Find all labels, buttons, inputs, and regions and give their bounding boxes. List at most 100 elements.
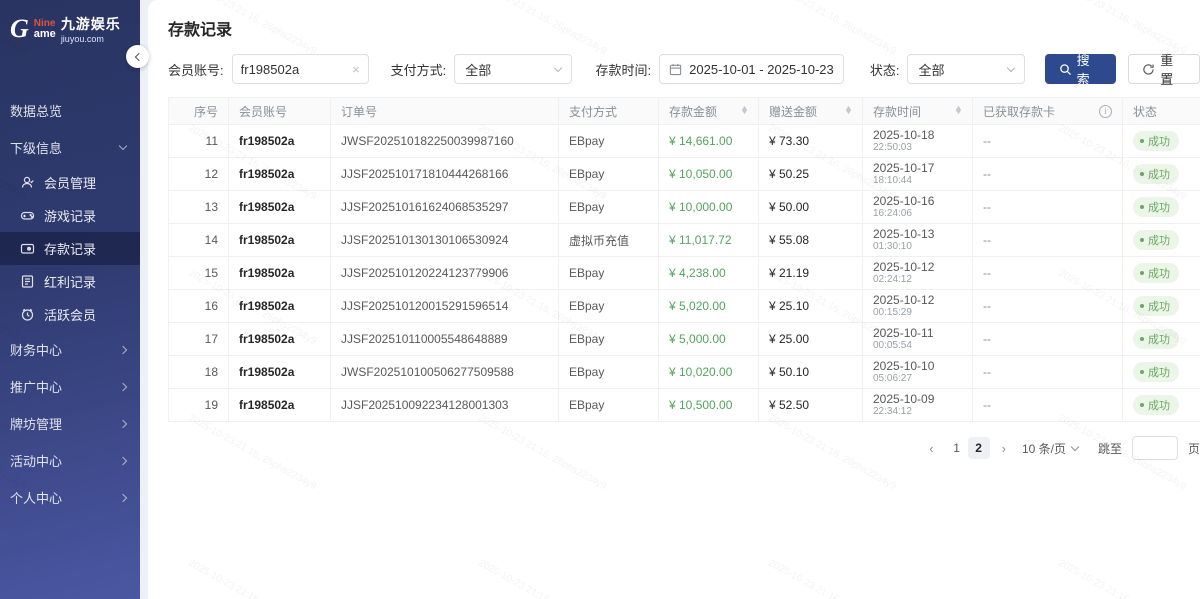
status-select[interactable]: 全部 <box>907 54 1024 84</box>
sort-icon[interactable]: ▲▼ <box>955 107 962 115</box>
status-badge: 成功 <box>1133 329 1179 349</box>
cell-account: fr198502a <box>229 158 331 191</box>
status-value: 全部 <box>918 60 944 79</box>
cell-account: fr198502a <box>229 125 331 158</box>
column-header-1: 会员账号 <box>229 98 331 125</box>
account-input[interactable] <box>241 62 341 77</box>
logo-ame-text: ame <box>34 29 56 39</box>
info-icon[interactable]: i <box>1099 105 1112 118</box>
page-number-2[interactable]: 2 <box>968 437 990 459</box>
status-badge: 成功 <box>1133 395 1179 415</box>
chevron-down-icon <box>553 64 561 72</box>
table-row: 13fr198502aJJSF202510161624068535297EBpa… <box>169 191 1200 224</box>
sort-icon[interactable]: ▲▼ <box>845 107 852 115</box>
search-button[interactable]: 搜索 <box>1045 54 1117 84</box>
cell-status: 成功 <box>1123 125 1200 158</box>
chevron-down-icon <box>1006 64 1014 72</box>
sort-icon[interactable]: ▲▼ <box>741 107 748 115</box>
date-range-picker[interactable]: 2025-10-01 - 2025-10-23 <box>659 54 844 84</box>
cell-seq: 17 <box>169 323 229 356</box>
cell-deposit-time: 2025-10-1616:24:06 <box>863 191 973 224</box>
column-header-8: 状态 <box>1123 98 1200 125</box>
cell-status: 成功 <box>1123 224 1200 257</box>
cell-deposit-card: -- <box>973 290 1123 323</box>
status-dot-icon <box>1140 337 1144 341</box>
sidebar-collapse-button[interactable] <box>126 45 149 68</box>
jump-suffix-label: 页 <box>1188 440 1200 457</box>
cell-deposit-amount: ¥ 10,020.00 <box>659 356 759 389</box>
cell-bonus-amount: ¥ 25.10 <box>759 290 863 323</box>
deposit-clock: 18:10:44 <box>873 175 962 186</box>
sidebar-item-0[interactable]: 数据总览 <box>0 92 140 129</box>
cell-deposit-time: 2025-10-1005:06:27 <box>863 356 973 389</box>
cell-deposit-card: -- <box>973 356 1123 389</box>
cell-bonus-amount: ¥ 52.50 <box>759 389 863 422</box>
cell-deposit-time: 2025-10-1718:10:44 <box>863 158 973 191</box>
cell-bonus-amount: ¥ 50.25 <box>759 158 863 191</box>
deposit-date: 2025-10-10 <box>873 360 962 373</box>
table-row: 16fr198502aJJSF202510120015291596514EBpa… <box>169 290 1200 323</box>
cell-bonus-amount: ¥ 55.08 <box>759 224 863 257</box>
cell-order-number: JJSF202510171810444268166 <box>331 158 559 191</box>
sidebar-item-2[interactable]: 财务中心 <box>0 331 140 368</box>
calendar-icon <box>669 63 682 76</box>
cell-payment-method: EBpay <box>559 389 659 422</box>
status-dot-icon <box>1140 172 1144 176</box>
cell-seq: 19 <box>169 389 229 422</box>
cell-deposit-amount: ¥ 14,661.00 <box>659 125 759 158</box>
cell-payment-method: EBpay <box>559 125 659 158</box>
clear-icon[interactable]: × <box>352 62 360 77</box>
reset-button[interactable]: 重置 <box>1128 54 1200 84</box>
table-row: 12fr198502aJJSF202510171810444268166EBpa… <box>169 158 1200 191</box>
sidebar-subitem-1-4[interactable]: 活跃会员 <box>0 298 140 331</box>
jump-to-label: 跳至 <box>1098 440 1122 457</box>
sidebar-subitem-1-0[interactable]: 会员管理 <box>0 166 140 199</box>
status-badge: 成功 <box>1133 263 1179 283</box>
status-text: 成功 <box>1148 232 1170 248</box>
cell-account: fr198502a <box>229 290 331 323</box>
sidebar-subitem-label: 会员管理 <box>44 173 96 192</box>
sidebar-subitem-1-3[interactable]: 红利记录 <box>0 265 140 298</box>
status-text: 成功 <box>1148 364 1170 380</box>
cell-account: fr198502a <box>229 257 331 290</box>
pagination: ‹ 12 › 10 条/页 跳至 页 <box>168 436 1200 460</box>
chevron-down-icon <box>1071 443 1079 451</box>
sidebar-item-6[interactable]: 个人中心 <box>0 479 140 516</box>
payment-method-select[interactable]: 全部 <box>454 54 571 84</box>
sidebar-item-label: 数据总览 <box>10 101 62 120</box>
cell-bonus-amount: ¥ 73.30 <box>759 125 863 158</box>
search-icon <box>1059 63 1072 76</box>
prev-page-button[interactable]: ‹ <box>927 441 935 456</box>
sidebar-menu: 数据总览下级信息会员管理游戏记录存款记录红利记录活跃会员财务中心推广中心牌坊管理… <box>0 92 140 516</box>
date-start[interactable]: 2025-10-01 <box>689 62 756 77</box>
table-row: 15fr198502aJJSF202510120224123779906EBpa… <box>169 257 1200 290</box>
cell-order-number: JWSF202510182250039987160 <box>331 125 559 158</box>
sidebar-item-1[interactable]: 下级信息 <box>0 129 140 166</box>
deposit-date: 2025-10-13 <box>873 228 962 241</box>
deposit-date: 2025-10-16 <box>873 195 962 208</box>
next-page-button[interactable]: › <box>1000 441 1008 456</box>
cell-bonus-amount: ¥ 50.10 <box>759 356 863 389</box>
cell-deposit-time: 2025-10-1100:05:54 <box>863 323 973 356</box>
date-end[interactable]: 2025-10-23 <box>767 62 834 77</box>
cell-bonus-amount: ¥ 21.19 <box>759 257 863 290</box>
sidebar-item-4[interactable]: 牌坊管理 <box>0 405 140 442</box>
sidebar-subitem-label: 游戏记录 <box>44 206 96 225</box>
cell-status: 成功 <box>1123 158 1200 191</box>
sidebar-item-3[interactable]: 推广中心 <box>0 368 140 405</box>
sidebar-subitem-1-2[interactable]: 存款记录 <box>0 232 140 265</box>
status-text: 成功 <box>1148 265 1170 281</box>
cell-deposit-card: -- <box>973 224 1123 257</box>
sidebar-subitem-1-1[interactable]: 游戏记录 <box>0 199 140 232</box>
column-header-4: 存款金额▲▼ <box>659 98 759 125</box>
page-number-1[interactable]: 1 <box>946 437 968 459</box>
status-badge: 成功 <box>1133 131 1179 151</box>
jump-page-input[interactable] <box>1132 436 1178 460</box>
page-size-select[interactable]: 10 条/页 <box>1022 440 1078 457</box>
cell-bonus-amount: ¥ 25.00 <box>759 323 863 356</box>
sidebar-item-5[interactable]: 活动中心 <box>0 442 140 479</box>
deposit-date: 2025-10-09 <box>873 393 962 406</box>
cell-seq: 11 <box>169 125 229 158</box>
sidebar-subitem-label: 存款记录 <box>44 239 96 258</box>
cell-payment-method: EBpay <box>559 257 659 290</box>
